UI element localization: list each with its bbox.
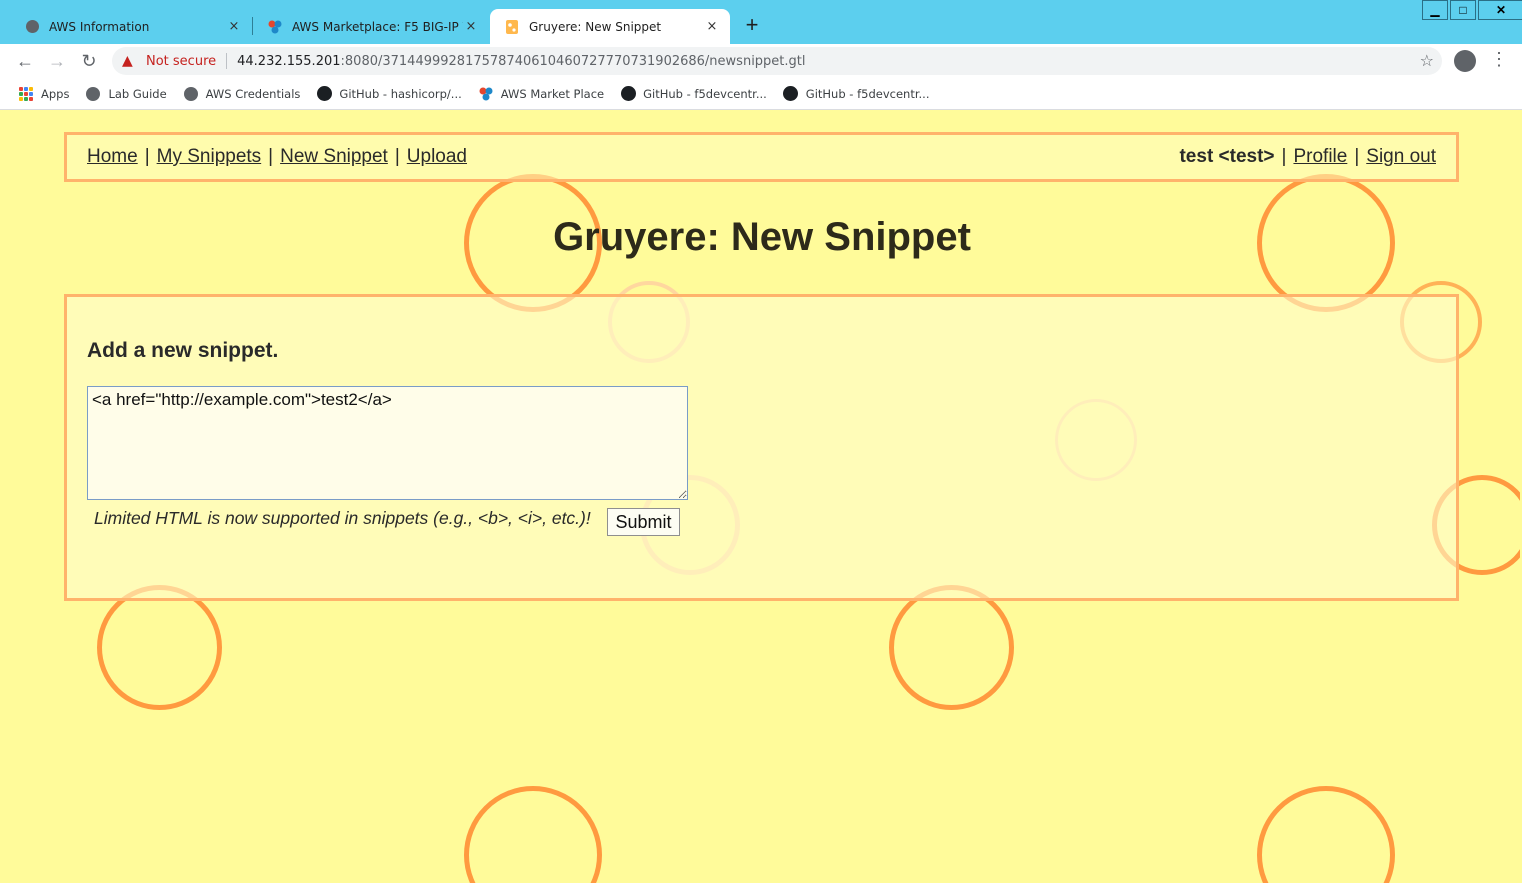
url-text[interactable]: 44.232.155.201:8080/37144999281757874061… — [237, 54, 805, 69]
omnibox-divider — [226, 53, 228, 69]
gruyere-icon — [504, 19, 520, 35]
profile-avatar-icon[interactable] — [1454, 50, 1476, 72]
security-status[interactable]: Not secure — [146, 54, 216, 69]
forward-arrow-icon[interactable]: → — [46, 50, 68, 72]
maximize-icon[interactable]: □ — [1450, 0, 1476, 20]
address-bar[interactable]: ▲ Not secure 44.232.155.201:8080/3714499… — [112, 47, 1442, 75]
aws-marketplace-icon — [478, 86, 494, 102]
aws-marketplace-icon — [267, 19, 283, 35]
warning-triangle-icon: ▲ — [122, 53, 133, 69]
globe-icon — [24, 19, 40, 35]
page-content: Home | My Snippets | New Snippet | Uploa… — [4, 111, 1520, 883]
menu-link-home[interactable]: Home — [87, 146, 138, 168]
decorative-ring — [97, 585, 222, 710]
url-path: :8080/3714499928175787406104607277707319… — [340, 53, 806, 69]
minimize-icon[interactable]: ▁ — [1422, 0, 1448, 20]
decorative-ring — [1257, 786, 1395, 883]
bookmark-label: Lab Guide — [108, 86, 167, 101]
menu-link-new-snippet[interactable]: New Snippet — [280, 146, 388, 168]
tab-aws-marketplace[interactable]: AWS Marketplace: F5 BIG-IP Virtu × — [253, 9, 489, 44]
bookmark-label: GitHub - f5devcentr... — [805, 86, 930, 101]
bookmark-apps[interactable]: Apps — [18, 86, 69, 102]
bookmark-github-hashicorp[interactable]: GitHub - hashicorp/... — [316, 86, 462, 102]
browser-toolbar: ← → ↻ ▲ Not secure 44.232.155.201:8080/3… — [0, 44, 1522, 78]
globe-icon — [85, 86, 101, 102]
back-arrow-icon[interactable]: ← — [14, 50, 36, 72]
close-window-icon[interactable]: ✕ — [1478, 0, 1522, 20]
bookmark-star-icon[interactable]: ☆ — [1420, 51, 1434, 70]
menu-separator: | — [268, 146, 274, 167]
tab-title: Gruyere: New Snippet — [529, 19, 662, 34]
page-title: Gruyere: New Snippet — [553, 215, 971, 259]
menu-link-my-snippets[interactable]: My Snippets — [157, 146, 262, 168]
bookmark-label: AWS Market Place — [500, 86, 605, 101]
bookmark-label: AWS Credentials — [205, 86, 301, 101]
menu-separator: | — [1281, 146, 1287, 167]
close-icon[interactable]: × — [704, 19, 720, 34]
new-snippet-panel: Add a new snippet. <a href="http://examp… — [64, 294, 1459, 601]
github-icon — [620, 86, 636, 102]
bookmark-aws-credentials[interactable]: AWS Credentials — [183, 86, 301, 102]
new-tab-button[interactable]: + — [740, 12, 764, 38]
globe-icon — [183, 86, 199, 102]
close-icon[interactable]: × — [463, 19, 479, 34]
bookmark-label: GitHub - hashicorp/... — [339, 86, 462, 101]
window-controls: ▁ □ ✕ — [1420, 0, 1522, 22]
bookmark-aws-market-place[interactable]: AWS Market Place — [478, 86, 604, 102]
menu-link-upload[interactable]: Upload — [407, 146, 467, 168]
browser-menu-icon[interactable]: ⋮ — [1490, 49, 1508, 70]
tab-aws-information[interactable]: AWS Information × — [10, 9, 252, 44]
github-icon — [783, 86, 799, 102]
snippet-textarea[interactable]: <a href="http://example.com">test2</a> — [87, 386, 688, 500]
tab-title: AWS Information — [49, 19, 150, 34]
menu-link-profile[interactable]: Profile — [1293, 146, 1347, 168]
bookmark-github-f5devcentral-1[interactable]: GitHub - f5devcentr... — [620, 86, 767, 102]
submit-button[interactable]: Submit — [607, 508, 680, 536]
decorative-ring — [464, 786, 602, 883]
user-menu: test <test> | Profile | Sign out — [1179, 146, 1436, 168]
bookmark-lab-guide[interactable]: Lab Guide — [85, 86, 167, 102]
current-user: test <test> — [1179, 146, 1275, 167]
menu-separator: | — [144, 146, 150, 167]
menu-separator: | — [394, 146, 400, 167]
url-host: 44.232.155.201 — [237, 53, 341, 69]
close-icon[interactable]: × — [226, 19, 242, 34]
bookmarks-bar: Apps Lab Guide AWS Credentials GitHub - … — [0, 78, 1522, 110]
apps-grid-icon — [18, 86, 34, 102]
tab-gruyere-new-snippet[interactable]: Gruyere: New Snippet × — [490, 9, 730, 44]
html-support-hint: Limited HTML is now supported in snippet… — [94, 508, 591, 528]
reload-icon[interactable]: ↻ — [78, 50, 100, 72]
menu-link-sign-out[interactable]: Sign out — [1366, 146, 1436, 168]
menu-separator: | — [1354, 146, 1360, 167]
tab-strip: AWS Information × AWS Marketplace: F5 BI… — [0, 0, 1522, 44]
site-menu-bar: Home | My Snippets | New Snippet | Uploa… — [64, 132, 1459, 182]
github-icon — [316, 86, 332, 102]
form-heading: Add a new snippet. — [87, 339, 279, 362]
bookmark-github-f5devcentral-2[interactable]: GitHub - f5devcentr... — [783, 86, 930, 102]
bookmark-label: Apps — [41, 86, 70, 101]
tab-title: AWS Marketplace: F5 BIG-IP Virtu — [292, 19, 463, 34]
decorative-ring — [889, 585, 1014, 710]
bookmark-label: GitHub - f5devcentr... — [643, 86, 767, 101]
